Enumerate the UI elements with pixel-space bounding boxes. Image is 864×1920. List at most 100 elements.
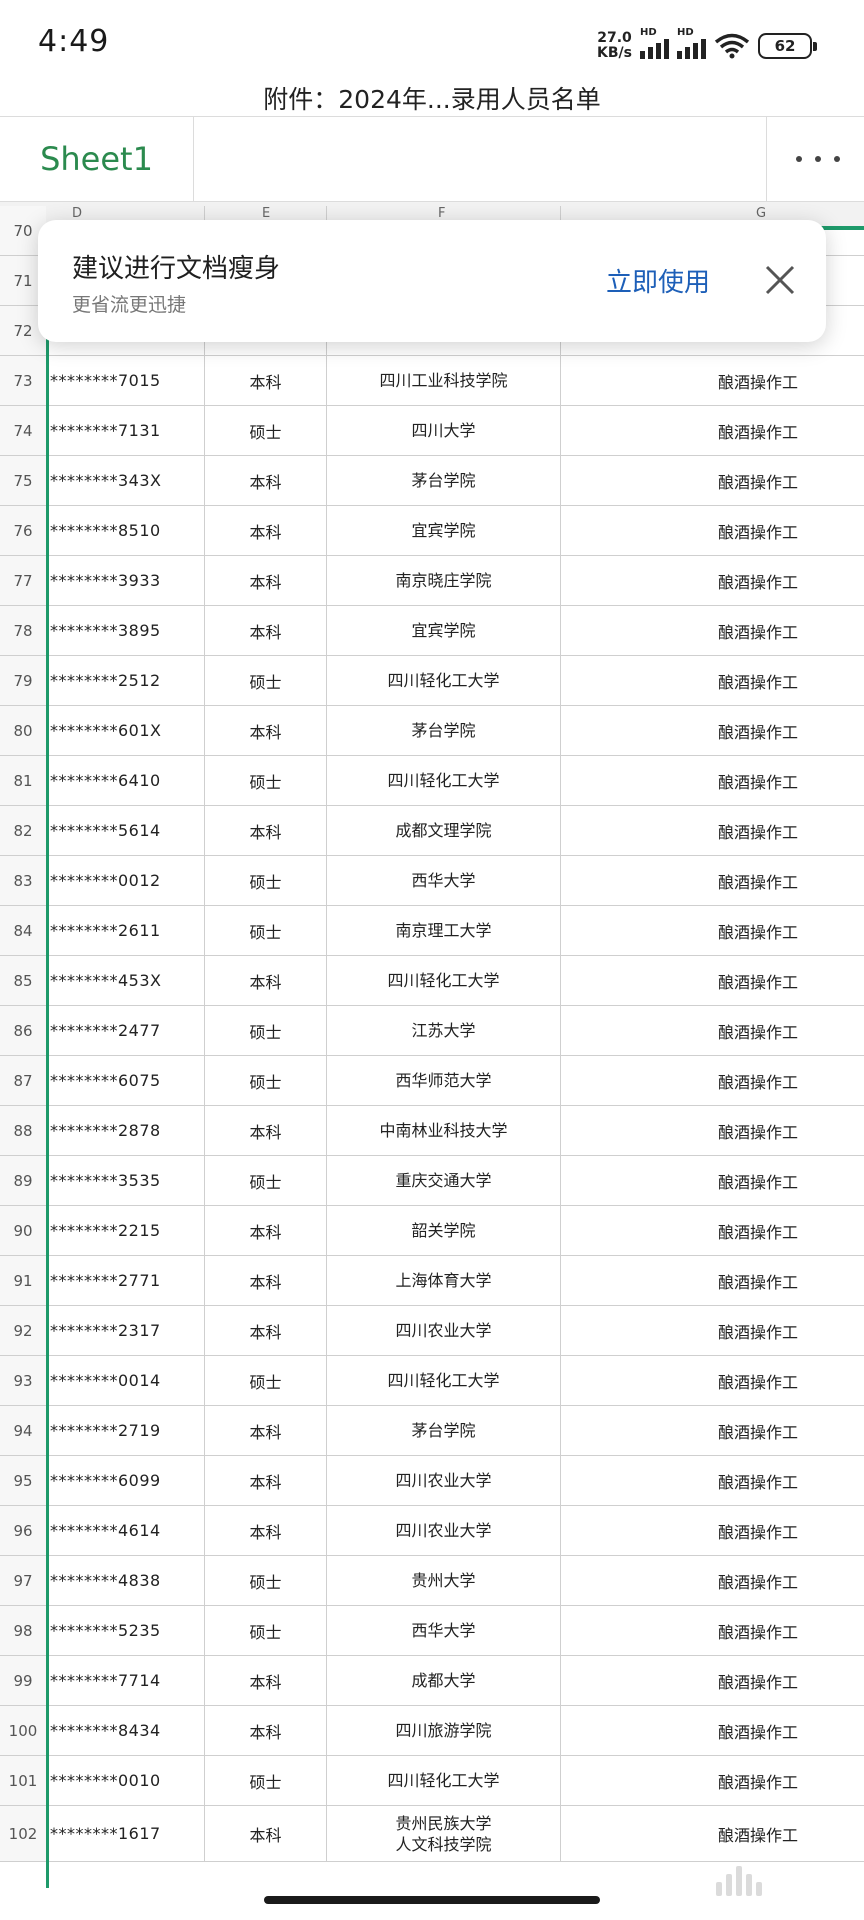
school-cell[interactable]: 四川轻化工大学 — [326, 756, 560, 805]
row-number[interactable]: 93 — [0, 1356, 46, 1405]
row-number[interactable]: 87 — [0, 1056, 46, 1105]
position-cell[interactable]: 酿酒操作工 — [560, 906, 864, 955]
education-cell[interactable]: 本科 — [204, 1106, 326, 1155]
position-cell[interactable]: 酿酒操作工 — [560, 856, 864, 905]
school-cell[interactable]: 贵州民族大学 人文科技学院 — [326, 1806, 560, 1861]
school-cell[interactable]: 四川农业大学 — [326, 1456, 560, 1505]
education-cell[interactable]: 本科 — [204, 1256, 326, 1305]
id-number-cell[interactable]: ********2771 — [46, 1256, 204, 1305]
position-cell[interactable]: 酿酒操作工 — [560, 1206, 864, 1255]
education-cell[interactable]: 硕士 — [204, 1006, 326, 1055]
id-number-cell[interactable]: ********0012 — [46, 856, 204, 905]
id-number-cell[interactable]: ********2477 — [46, 1006, 204, 1055]
id-number-cell[interactable]: ********8434 — [46, 1706, 204, 1755]
school-cell[interactable]: 茅台学院 — [326, 456, 560, 505]
row-number[interactable]: 74 — [0, 406, 46, 455]
school-cell[interactable]: 四川轻化工大学 — [326, 1756, 560, 1805]
close-icon[interactable] — [760, 260, 800, 300]
education-cell[interactable]: 本科 — [204, 1456, 326, 1505]
education-cell[interactable]: 本科 — [204, 606, 326, 655]
id-number-cell[interactable]: ********6410 — [46, 756, 204, 805]
id-number-cell[interactable]: ********2317 — [46, 1306, 204, 1355]
position-cell[interactable]: 酿酒操作工 — [560, 456, 864, 505]
school-cell[interactable]: 四川农业大学 — [326, 1306, 560, 1355]
id-number-cell[interactable]: ********3933 — [46, 556, 204, 605]
id-number-cell[interactable]: ********4838 — [46, 1556, 204, 1605]
id-number-cell[interactable]: ********6099 — [46, 1456, 204, 1505]
position-cell[interactable]: 酿酒操作工 — [560, 556, 864, 605]
education-cell[interactable]: 本科 — [204, 556, 326, 605]
school-cell[interactable]: 南京理工大学 — [326, 906, 560, 955]
school-cell[interactable]: 韶关学院 — [326, 1206, 560, 1255]
id-number-cell[interactable]: ********3535 — [46, 1156, 204, 1205]
school-cell[interactable]: 四川轻化工大学 — [326, 656, 560, 705]
school-cell[interactable]: 成都文理学院 — [326, 806, 560, 855]
education-cell[interactable]: 本科 — [204, 1806, 326, 1861]
school-cell[interactable]: 四川农业大学 — [326, 1506, 560, 1555]
education-cell[interactable]: 本科 — [204, 356, 326, 405]
school-cell[interactable]: 成都大学 — [326, 1656, 560, 1705]
education-cell[interactable]: 硕士 — [204, 1606, 326, 1655]
position-cell[interactable]: 酿酒操作工 — [560, 406, 864, 455]
position-cell[interactable]: 酿酒操作工 — [560, 356, 864, 405]
position-cell[interactable]: 酿酒操作工 — [560, 1056, 864, 1105]
position-cell[interactable]: 酿酒操作工 — [560, 1456, 864, 1505]
id-number-cell[interactable]: ********2719 — [46, 1406, 204, 1455]
school-cell[interactable]: 贵州大学 — [326, 1556, 560, 1605]
more-dots-icon[interactable] — [790, 143, 846, 175]
position-cell[interactable]: 酿酒操作工 — [560, 656, 864, 705]
row-number[interactable]: 83 — [0, 856, 46, 905]
education-cell[interactable]: 本科 — [204, 1506, 326, 1555]
education-cell[interactable]: 硕士 — [204, 1356, 326, 1405]
education-cell[interactable]: 本科 — [204, 1306, 326, 1355]
position-cell[interactable]: 酿酒操作工 — [560, 756, 864, 805]
position-cell[interactable]: 酿酒操作工 — [560, 1756, 864, 1805]
row-number[interactable]: 92 — [0, 1306, 46, 1355]
id-number-cell[interactable]: ********5235 — [46, 1606, 204, 1655]
row-number[interactable]: 95 — [0, 1456, 46, 1505]
school-cell[interactable]: 四川轻化工大学 — [326, 956, 560, 1005]
education-cell[interactable]: 硕士 — [204, 756, 326, 805]
education-cell[interactable]: 硕士 — [204, 406, 326, 455]
school-cell[interactable]: 茅台学院 — [326, 1406, 560, 1455]
row-number[interactable]: 86 — [0, 1006, 46, 1055]
education-cell[interactable]: 硕士 — [204, 656, 326, 705]
school-cell[interactable]: 中南林业科技大学 — [326, 1106, 560, 1155]
id-number-cell[interactable]: ********2878 — [46, 1106, 204, 1155]
position-cell[interactable]: 酿酒操作工 — [560, 1606, 864, 1655]
school-cell[interactable]: 上海体育大学 — [326, 1256, 560, 1305]
row-number[interactable]: 88 — [0, 1106, 46, 1155]
school-cell[interactable]: 四川轻化工大学 — [326, 1356, 560, 1405]
id-number-cell[interactable]: ********343X — [46, 456, 204, 505]
id-number-cell[interactable]: ********7015 — [46, 356, 204, 405]
id-number-cell[interactable]: ********601X — [46, 706, 204, 755]
school-cell[interactable]: 西华大学 — [326, 856, 560, 905]
id-number-cell[interactable]: ********2215 — [46, 1206, 204, 1255]
row-number[interactable]: 101 — [0, 1756, 46, 1805]
position-cell[interactable]: 酿酒操作工 — [560, 806, 864, 855]
school-cell[interactable]: 四川旅游学院 — [326, 1706, 560, 1755]
education-cell[interactable]: 本科 — [204, 706, 326, 755]
row-number[interactable]: 98 — [0, 1606, 46, 1655]
id-number-cell[interactable]: ********8510 — [46, 506, 204, 555]
position-cell[interactable]: 酿酒操作工 — [560, 1156, 864, 1205]
id-number-cell[interactable]: ********1617 — [46, 1806, 204, 1861]
home-indicator[interactable] — [264, 1896, 600, 1904]
school-cell[interactable]: 重庆交通大学 — [326, 1156, 560, 1205]
position-cell[interactable]: 酿酒操作工 — [560, 1556, 864, 1605]
row-number[interactable]: 78 — [0, 606, 46, 655]
position-cell[interactable]: 酿酒操作工 — [560, 956, 864, 1005]
row-number[interactable]: 94 — [0, 1406, 46, 1455]
education-cell[interactable]: 本科 — [204, 456, 326, 505]
education-cell[interactable]: 本科 — [204, 1706, 326, 1755]
id-number-cell[interactable]: ********7131 — [46, 406, 204, 455]
education-cell[interactable]: 硕士 — [204, 1156, 326, 1205]
tab-sheet1[interactable]: Sheet1 — [0, 117, 194, 201]
education-cell[interactable]: 硕士 — [204, 1556, 326, 1605]
row-number[interactable]: 82 — [0, 806, 46, 855]
row-number[interactable]: 73 — [0, 356, 46, 405]
position-cell[interactable]: 酿酒操作工 — [560, 1106, 864, 1155]
id-number-cell[interactable]: ********6075 — [46, 1056, 204, 1105]
id-number-cell[interactable]: ********7714 — [46, 1656, 204, 1705]
row-number[interactable]: 102 — [0, 1806, 46, 1861]
